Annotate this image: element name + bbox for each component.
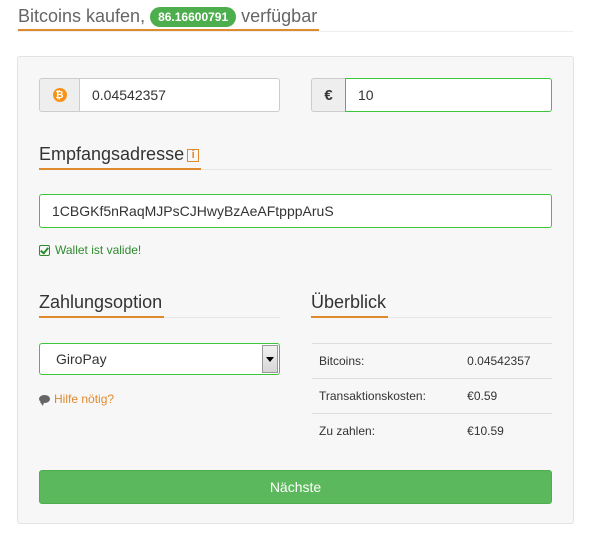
title-suffix: verfügbar <box>241 6 318 26</box>
btc-addon: ₿ <box>39 78 79 112</box>
eur-amount-input[interactable]: 10 <box>345 78 552 112</box>
address-section-header: Empfangsadresse i <box>39 142 552 170</box>
euro-icon: € <box>324 86 333 104</box>
btc-amount-input[interactable]: 0.04542357 <box>79 78 280 112</box>
eur-amount-group: € 10 <box>311 78 552 112</box>
wallet-valid-text: Wallet ist valide! <box>55 243 142 257</box>
payment-option-value: GiroPay <box>56 351 107 367</box>
btc-amount-group: ₿ 0.04542357 <box>39 78 280 112</box>
overview-label: Transaktionskosten: <box>312 378 462 414</box>
overview-value: 0.04542357 <box>461 343 552 379</box>
bitcoin-icon: ₿ <box>52 88 67 102</box>
comment-icon <box>39 395 50 406</box>
available-badge: 86.16600791 <box>150 6 237 27</box>
payment-section-header: Zahlungsoption <box>39 290 280 318</box>
overview-table: Bitcoins: 0.04542357 Transaktionskosten:… <box>312 343 552 449</box>
chevron-down-icon <box>266 356 274 362</box>
eur-addon: € <box>311 78 345 112</box>
title-prefix: Bitcoins kaufen, <box>18 6 146 26</box>
address-group: 1CBGKf5nRaqMJPsCJHwyBzAeAFtpppAruS <box>39 194 552 228</box>
wallet-valid-message: Wallet ist valide! <box>39 243 141 257</box>
info-icon[interactable]: i <box>187 149 200 162</box>
overview-value: €0.59 <box>461 378 552 414</box>
next-button[interactable]: Nächste <box>39 470 552 504</box>
payment-heading: Zahlungsoption <box>39 290 165 318</box>
overview-label: Bitcoins: <box>312 343 462 379</box>
address-heading-text: Empfangsadresse <box>39 144 185 164</box>
table-row: Transaktionskosten: €0.59 <box>312 378 552 414</box>
wallet-address-input[interactable]: 1CBGKf5nRaqMJPsCJHwyBzAeAFtpppAruS <box>39 194 552 228</box>
check-square-icon <box>39 244 50 256</box>
help-link[interactable]: Hilfe nötig? <box>39 392 114 406</box>
payment-option-select[interactable]: GiroPay <box>39 343 280 375</box>
overview-heading: Überblick <box>311 290 389 318</box>
overview-section-header: Überblick <box>311 290 552 318</box>
table-row: Bitcoins: 0.04542357 <box>312 343 552 379</box>
help-link-text[interactable]: Hilfe nötig? <box>54 392 114 406</box>
address-heading: Empfangsadresse i <box>39 142 202 170</box>
overview-label: Zu zahlen: <box>312 413 462 449</box>
overview-value: €10.59 <box>461 413 552 449</box>
select-dropdown-button[interactable] <box>262 345 278 373</box>
page-header: Bitcoins kaufen, 86.16600791 verfügbar <box>18 4 573 32</box>
page-title: Bitcoins kaufen, 86.16600791 verfügbar <box>18 4 320 31</box>
table-row: Zu zahlen: €10.59 <box>312 413 552 449</box>
